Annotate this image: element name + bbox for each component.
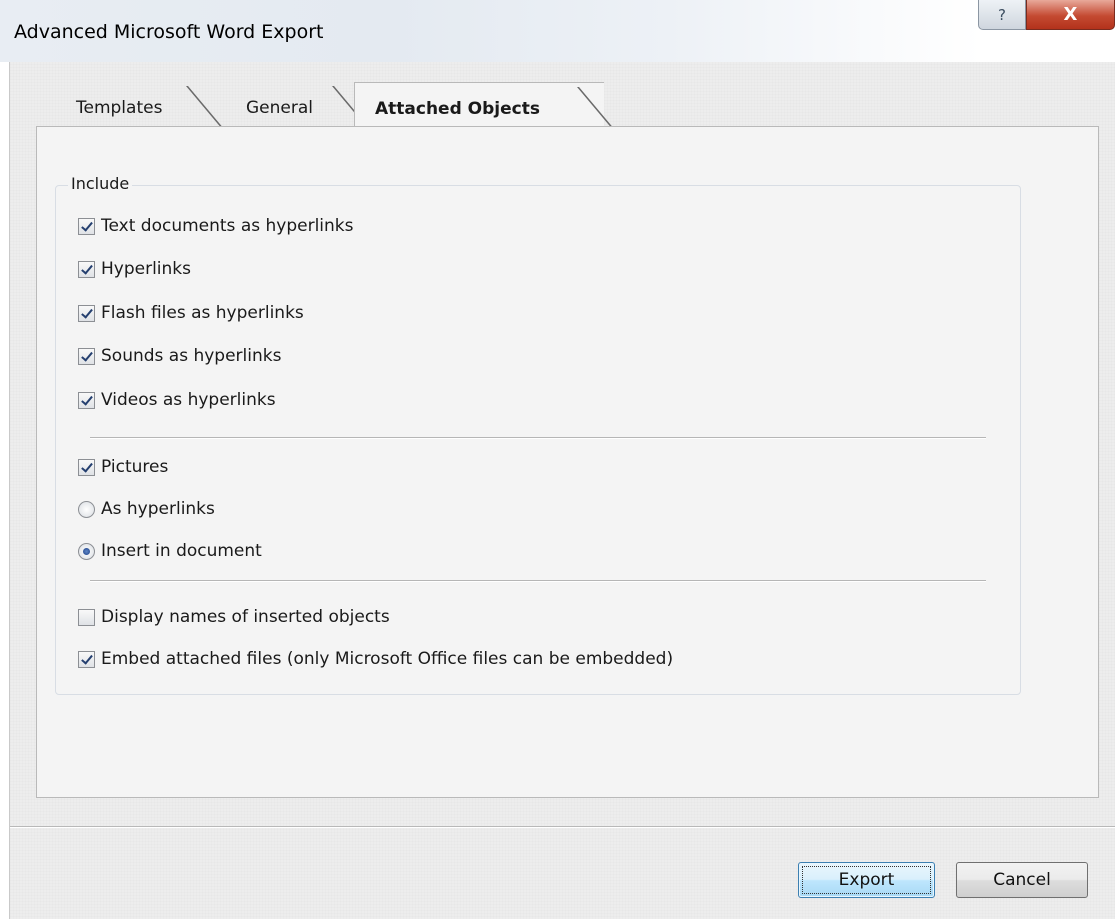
checkbox-box[interactable] (78, 304, 95, 322)
cancel-button[interactable]: Cancel (956, 862, 1088, 898)
close-button[interactable]: X (1026, 0, 1115, 30)
checkbox-label: Text documents as hyperlinks (101, 216, 354, 236)
embed-attached-files-checkbox[interactable]: Embed attached files (only Microsoft Off… (78, 648, 673, 670)
checkbox-box[interactable] (78, 217, 95, 235)
help-button[interactable]: ? (978, 0, 1026, 30)
flash-files-as-hyperlinks-checkbox[interactable]: Flash files as hyperlinks (78, 302, 304, 324)
checkbox-label: Embed attached files (only Microsoft Off… (101, 649, 674, 669)
separator (90, 437, 986, 439)
cancel-button-label: Cancel (993, 870, 1051, 890)
title-bar: Advanced Microsoft Word Export ? X (0, 0, 1115, 62)
tab-templates[interactable]: Templates (36, 82, 222, 126)
include-group-label: Include (68, 174, 133, 193)
checkbox-label: Flash files as hyperlinks (101, 303, 304, 323)
export-button[interactable]: Export (798, 862, 935, 898)
separator (90, 580, 986, 582)
checkbox-label: Hyperlinks (101, 259, 192, 279)
radio-button[interactable] (78, 542, 95, 560)
close-icon: X (1063, 4, 1078, 25)
pictures-as-hyperlinks-radio[interactable]: As hyperlinks (78, 498, 215, 520)
tab-templates-label: Templates (76, 98, 163, 118)
checkbox-label: Display names of inserted objects (101, 607, 390, 627)
text-documents-as-hyperlinks-checkbox[interactable]: Text documents as hyperlinks (78, 215, 354, 237)
checkbox-label: Pictures (101, 457, 169, 477)
export-dialog: Advanced Microsoft Word Export ? X Templ… (0, 0, 1115, 919)
hyperlinks-checkbox[interactable]: Hyperlinks (78, 258, 191, 280)
checkbox-box[interactable] (78, 650, 95, 668)
tab-attached-objects-label: Attached Objects (375, 99, 540, 119)
display-names-of-inserted-objects-checkbox[interactable]: Display names of inserted objects (78, 606, 390, 628)
window-frame-left (0, 60, 10, 919)
tab-general[interactable]: General (204, 82, 368, 126)
help-icon: ? (998, 5, 1006, 24)
sounds-as-hyperlinks-checkbox[interactable]: Sounds as hyperlinks (78, 345, 281, 367)
checkbox-box[interactable] (78, 260, 95, 278)
radio-label: As hyperlinks (101, 499, 215, 519)
tab-bar: Templates General Attached Objects (36, 82, 1099, 127)
tab-attached-objects[interactable]: Attached Objects (354, 82, 613, 127)
focus-ring (802, 866, 931, 894)
videos-as-hyperlinks-checkbox[interactable]: Videos as hyperlinks (78, 389, 276, 411)
include-group: Include Text documents as hyperlinks Hyp… (55, 174, 1021, 695)
window-title: Advanced Microsoft Word Export (14, 21, 324, 43)
checkbox-box[interactable] (78, 458, 95, 476)
tab-divider (577, 87, 613, 127)
tab-general-label: General (246, 98, 313, 118)
tab-panel-attached-objects: Include Text documents as hyperlinks Hyp… (36, 126, 1099, 798)
radio-label: Insert in document (101, 541, 262, 561)
checkbox-label: Sounds as hyperlinks (101, 346, 282, 366)
checkbox-box[interactable] (78, 608, 95, 626)
checkbox-label: Videos as hyperlinks (101, 390, 276, 410)
checkbox-box[interactable] (78, 347, 95, 365)
checkbox-box[interactable] (78, 391, 95, 409)
insert-in-document-radio[interactable]: Insert in document (78, 540, 262, 562)
pictures-checkbox[interactable]: Pictures (78, 456, 168, 478)
footer-separator (10, 826, 1115, 828)
radio-button[interactable] (78, 500, 95, 518)
